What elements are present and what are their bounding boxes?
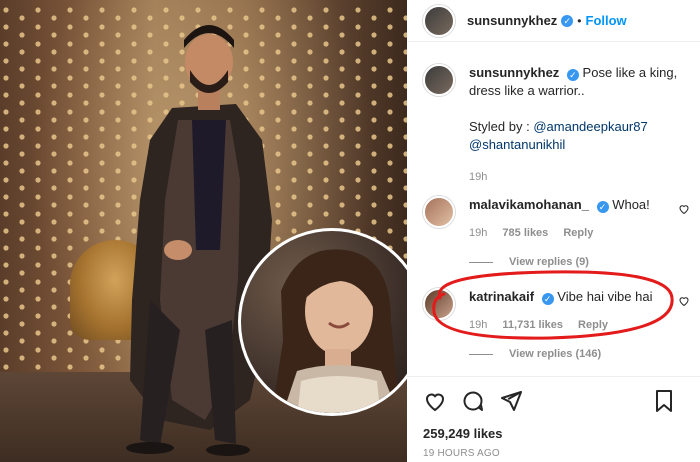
comment-icon[interactable] xyxy=(461,389,485,413)
comment-likes[interactable]: 11,731 likes xyxy=(502,319,563,331)
verified-badge-icon: ✓ xyxy=(561,14,574,27)
caption-body: sunsunnykhez ✓ Pose like a king, dress l… xyxy=(469,64,685,186)
separator-dot: • xyxy=(577,13,582,28)
commenter-avatar[interactable] xyxy=(423,196,455,228)
author-avatar[interactable] xyxy=(423,4,455,37)
comment-likes[interactable]: 785 likes xyxy=(502,227,548,239)
comment-text: Vibe hai vibe hai xyxy=(557,289,653,304)
verified-badge-icon: ✓ xyxy=(596,201,609,213)
comment-row: malavikamohanan_ ✓ Whoa! 19h 785 likes R… xyxy=(423,196,685,242)
comment-row: katrinakaif ✓ Vibe hai vibe hai 19h 11,7… xyxy=(423,288,685,334)
styled-by-label: Styled by : xyxy=(469,119,530,134)
verified-badge-icon: ✓ xyxy=(541,293,554,305)
replies-line xyxy=(469,353,493,355)
commenter-avatar[interactable] xyxy=(423,288,455,320)
reply-button[interactable]: Reply xyxy=(578,319,608,331)
comment-body: katrinakaif ✓ Vibe hai vibe hai 19h 11,7… xyxy=(469,288,685,334)
post-timestamp: 19 HOURS AGO xyxy=(423,448,500,459)
caption-username[interactable]: sunsunnykhez xyxy=(469,65,559,80)
view-replies-button[interactable]: View replies (9) xyxy=(469,256,589,268)
comment-time: 19h xyxy=(469,319,488,331)
mention-link-2[interactable]: @shantanunikhil xyxy=(469,137,565,152)
post-image[interactable] xyxy=(0,0,407,462)
mention-link-1[interactable]: @amandeepkaur87 xyxy=(533,119,647,134)
comment-time: 19h xyxy=(469,227,488,239)
heart-icon[interactable] xyxy=(423,389,447,413)
post-sidebar: sunsunnykhez ✓ • Follow sunsunnykhez ✓ P… xyxy=(407,0,700,462)
view-replies-label: View replies (146) xyxy=(509,348,602,360)
comment-username[interactable]: katrinakaif xyxy=(469,289,534,304)
heart-icon[interactable] xyxy=(678,203,690,215)
caption-time: 19h xyxy=(469,171,488,183)
action-bar xyxy=(407,376,700,424)
author-username[interactable]: sunsunnykhez xyxy=(467,13,557,28)
portrait-figure xyxy=(271,249,401,413)
replies-line xyxy=(469,261,493,263)
comment-text: Whoa! xyxy=(612,197,650,212)
comment-body: malavikamohanan_ ✓ Whoa! 19h 785 likes R… xyxy=(469,196,685,242)
bookmark-icon[interactable] xyxy=(652,389,676,413)
view-replies-button[interactable]: View replies (146) xyxy=(469,348,601,360)
caption-avatar[interactable] xyxy=(423,64,455,96)
heart-icon[interactable] xyxy=(678,295,690,307)
comment-username[interactable]: malavikamohanan_ xyxy=(469,197,589,212)
view-replies-label: View replies (9) xyxy=(509,256,589,268)
caption-row: sunsunnykhez ✓ Pose like a king, dress l… xyxy=(423,64,685,186)
reply-button[interactable]: Reply xyxy=(563,227,593,239)
post-header: sunsunnykhez ✓ • Follow xyxy=(407,0,700,42)
follow-button[interactable]: Follow xyxy=(586,13,627,28)
verified-badge-icon: ✓ xyxy=(566,69,579,81)
likes-count[interactable]: 259,249 likes xyxy=(423,426,503,441)
share-icon[interactable] xyxy=(499,389,523,413)
